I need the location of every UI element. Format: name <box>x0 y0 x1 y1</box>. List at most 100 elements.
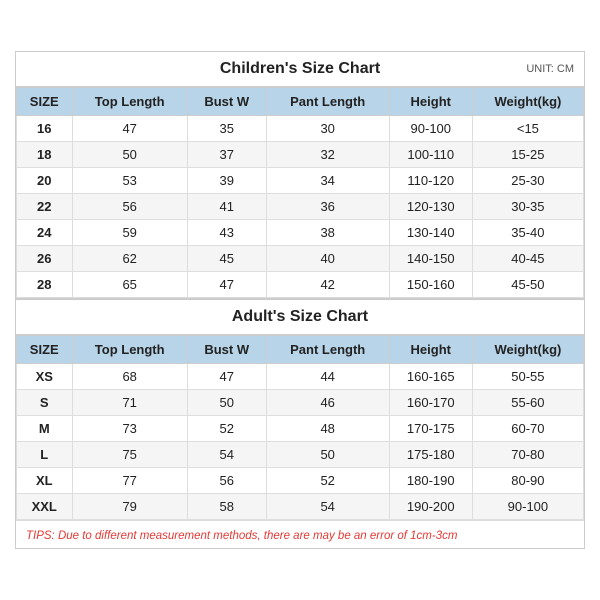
table-cell: 41 <box>187 194 266 220</box>
table-cell: 79 <box>72 494 187 520</box>
col-weight: Weight(kg) <box>472 88 583 116</box>
table-cell: 60-70 <box>472 416 583 442</box>
col-bust-w: Bust W <box>187 336 266 364</box>
table-row: 18503732100-11015-25 <box>17 142 584 168</box>
children-chart-title: Children's Size Chart <box>220 60 380 78</box>
col-weight: Weight(kg) <box>472 336 583 364</box>
children-title-row: Children's Size Chart UNIT: CM <box>16 52 584 87</box>
col-height: Height <box>389 336 472 364</box>
table-cell: 52 <box>187 416 266 442</box>
table-cell: 160-165 <box>389 364 472 390</box>
table-cell: 55-60 <box>472 390 583 416</box>
table-row: M735248170-17560-70 <box>17 416 584 442</box>
table-cell: 130-140 <box>389 220 472 246</box>
table-row: XXL795854190-20090-100 <box>17 494 584 520</box>
table-cell: 75 <box>72 442 187 468</box>
col-height: Height <box>389 88 472 116</box>
adult-chart-title: Adult's Size Chart <box>232 308 368 326</box>
table-cell: 54 <box>266 494 389 520</box>
col-size: SIZE <box>17 336 73 364</box>
table-cell: 52 <box>266 468 389 494</box>
table-cell: 56 <box>187 468 266 494</box>
table-cell: 37 <box>187 142 266 168</box>
table-cell: 30 <box>266 116 389 142</box>
table-cell: 90-100 <box>472 494 583 520</box>
table-cell: 53 <box>72 168 187 194</box>
table-cell: 62 <box>72 246 187 272</box>
table-cell: <15 <box>472 116 583 142</box>
table-cell: XXL <box>17 494 73 520</box>
unit-label: UNIT: CM <box>526 63 574 75</box>
table-cell: 35 <box>187 116 266 142</box>
table-cell: XL <box>17 468 73 494</box>
col-top-length: Top Length <box>72 88 187 116</box>
table-cell: 56 <box>72 194 187 220</box>
table-cell: 150-160 <box>389 272 472 298</box>
adult-title-row: Adult's Size Chart <box>16 298 584 335</box>
table-cell: 59 <box>72 220 187 246</box>
table-cell: XS <box>17 364 73 390</box>
table-cell: 170-175 <box>389 416 472 442</box>
table-cell: 30-35 <box>472 194 583 220</box>
table-cell: 50 <box>187 390 266 416</box>
table-cell: 50 <box>72 142 187 168</box>
table-cell: 42 <box>266 272 389 298</box>
children-size-table: SIZE Top Length Bust W Pant Length Heigh… <box>16 87 584 298</box>
table-cell: 80-90 <box>472 468 583 494</box>
table-cell: 40 <box>266 246 389 272</box>
children-header-row: SIZE Top Length Bust W Pant Length Heigh… <box>17 88 584 116</box>
table-cell: 160-170 <box>389 390 472 416</box>
table-cell: 32 <box>266 142 389 168</box>
table-cell: 77 <box>72 468 187 494</box>
table-cell: 15-25 <box>472 142 583 168</box>
table-cell: 45-50 <box>472 272 583 298</box>
table-cell: 70-80 <box>472 442 583 468</box>
table-cell: 40-45 <box>472 246 583 272</box>
table-cell: 47 <box>72 116 187 142</box>
table-cell: 54 <box>187 442 266 468</box>
table-cell: 68 <box>72 364 187 390</box>
table-cell: 50 <box>266 442 389 468</box>
table-cell: 120-130 <box>389 194 472 220</box>
table-row: XS684744160-16550-55 <box>17 364 584 390</box>
col-top-length: Top Length <box>72 336 187 364</box>
table-cell: 50-55 <box>472 364 583 390</box>
adult-size-table: SIZE Top Length Bust W Pant Length Heigh… <box>16 335 584 520</box>
table-cell: 35-40 <box>472 220 583 246</box>
tips-row: TIPS: Due to different measurement metho… <box>16 520 584 548</box>
table-cell: L <box>17 442 73 468</box>
table-row: 28654742150-16045-50 <box>17 272 584 298</box>
col-pant-length: Pant Length <box>266 88 389 116</box>
table-cell: S <box>17 390 73 416</box>
table-cell: 190-200 <box>389 494 472 520</box>
table-cell: 65 <box>72 272 187 298</box>
col-size: SIZE <box>17 88 73 116</box>
table-cell: 48 <box>266 416 389 442</box>
table-row: 22564136120-13030-35 <box>17 194 584 220</box>
table-row: XL775652180-19080-90 <box>17 468 584 494</box>
table-cell: 28 <box>17 272 73 298</box>
table-cell: 46 <box>266 390 389 416</box>
tips-text: TIPS: Due to different measurement metho… <box>26 530 457 542</box>
table-row: S715046160-17055-60 <box>17 390 584 416</box>
table-cell: 140-150 <box>389 246 472 272</box>
table-cell: 18 <box>17 142 73 168</box>
table-cell: 100-110 <box>389 142 472 168</box>
col-bust-w: Bust W <box>187 88 266 116</box>
table-cell: 34 <box>266 168 389 194</box>
table-cell: 90-100 <box>389 116 472 142</box>
table-cell: 39 <box>187 168 266 194</box>
table-row: 26624540140-15040-45 <box>17 246 584 272</box>
table-cell: 45 <box>187 246 266 272</box>
table-cell: 16 <box>17 116 73 142</box>
adult-header-row: SIZE Top Length Bust W Pant Length Heigh… <box>17 336 584 364</box>
table-cell: 20 <box>17 168 73 194</box>
table-cell: 58 <box>187 494 266 520</box>
table-cell: 180-190 <box>389 468 472 494</box>
table-row: 1647353090-100<15 <box>17 116 584 142</box>
table-row: 24594338130-14035-40 <box>17 220 584 246</box>
table-cell: 47 <box>187 364 266 390</box>
table-cell: 22 <box>17 194 73 220</box>
size-chart-container: Children's Size Chart UNIT: CM SIZE Top … <box>15 51 585 549</box>
table-row: L755450175-18070-80 <box>17 442 584 468</box>
